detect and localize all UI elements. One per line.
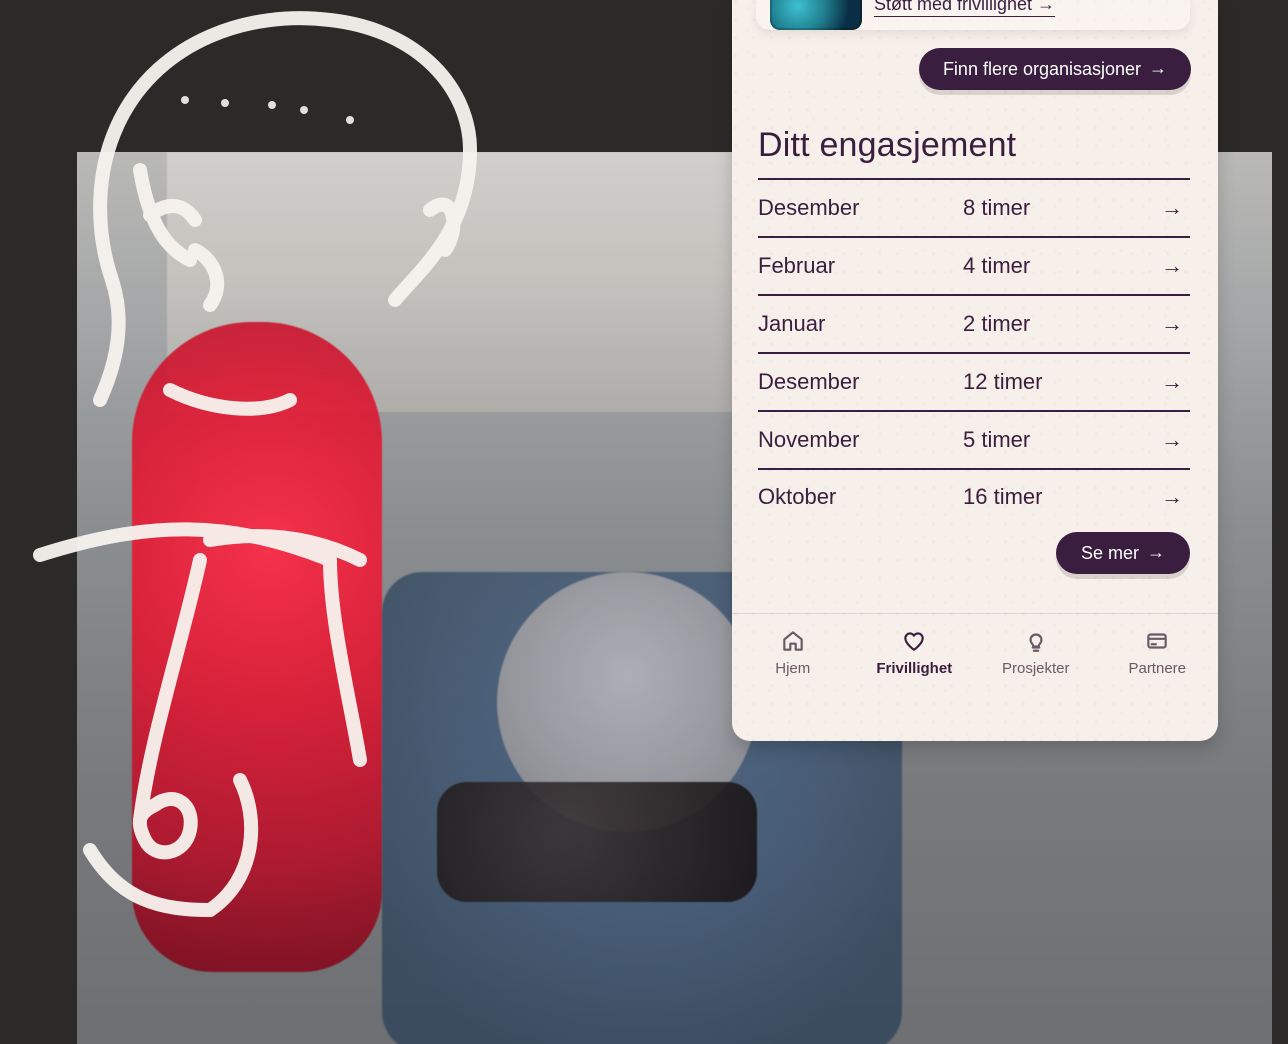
nav-item-partners[interactable]: Partnere [1101,628,1213,677]
photo-person-red-jacket [132,322,382,972]
engagement-month: November [758,427,860,452]
engagement-list: Desember 8 timer → Februar 4 timer → Jan… [758,178,1190,526]
support-card-thumbnail [770,0,862,30]
find-more-orgs-label: Finn flere organisasjoner [942,58,1142,79]
see-more-label: Se mer [1080,542,1140,563]
engagement-title: Ditt engasjement [758,126,1017,164]
arrow-right-icon: → [1147,542,1166,562]
nav-label-home: Hjem [775,660,811,677]
engagement-row[interactable]: Desember 8 timer → [758,178,1190,236]
nav-item-volunteering[interactable]: Frivillighet [858,628,970,677]
engagement-month: Desember [758,195,860,220]
app-panel: Støtt med frivillighet → Finn flere orga… [732,0,1218,741]
find-more-orgs-button[interactable]: Finn flere organisasjoner → [919,48,1191,90]
lightbulb-icon [1029,633,1043,652]
nav-label-projects: Prosjekter [1001,660,1070,677]
engagement-month: Oktober [758,484,837,509]
engagement-month: Januar [758,311,826,336]
engagement-month: Februar [758,253,836,278]
home-icon [783,631,803,651]
engagement-row[interactable]: November 5 timer → [758,410,1190,468]
engagement-row[interactable]: Desember 12 timer → [758,352,1190,410]
engagement-hours: 16 timer [963,484,1043,509]
engagement-hours: 2 timer [963,311,1031,336]
engagement-row[interactable]: Oktober 16 timer → [758,468,1190,526]
nav-label-partners: Partnere [1128,660,1187,677]
support-card[interactable]: Støtt med frivillighet → [756,0,1190,30]
arrow-right-icon: → [1161,311,1183,336]
see-more-button[interactable]: Se mer → [1056,532,1190,574]
photo-seat [437,782,757,902]
arrow-right-icon: → [1161,484,1183,509]
engagement-month: Desember [758,369,860,394]
heart-icon [904,632,924,651]
support-link[interactable]: Støtt med frivillighet → [874,0,1055,15]
nav-item-home[interactable]: Hjem [737,628,849,677]
engagement-row[interactable]: Januar 2 timer → [758,294,1190,352]
engagement-hours: 8 timer [963,195,1031,220]
arrow-right-icon: → [1161,253,1183,278]
engagement-hours: 5 timer [963,427,1031,452]
engagement-row[interactable]: Februar 4 timer → [758,236,1190,294]
engagement-hours: 12 timer [963,369,1043,394]
nav-label-volunteering: Frivillighet [876,660,953,677]
arrow-right-icon: → [1149,58,1168,78]
card-icon [1147,633,1167,649]
nav-item-projects[interactable]: Prosjekter [980,628,1092,677]
arrow-right-icon: → [1161,427,1183,452]
arrow-right-icon: → [1161,195,1183,220]
arrow-right-icon: → [1161,369,1183,394]
engagement-hours: 4 timer [963,253,1031,278]
bottom-navigation: Hjem Frivillighet Prosjekter Partnere [732,613,1218,741]
